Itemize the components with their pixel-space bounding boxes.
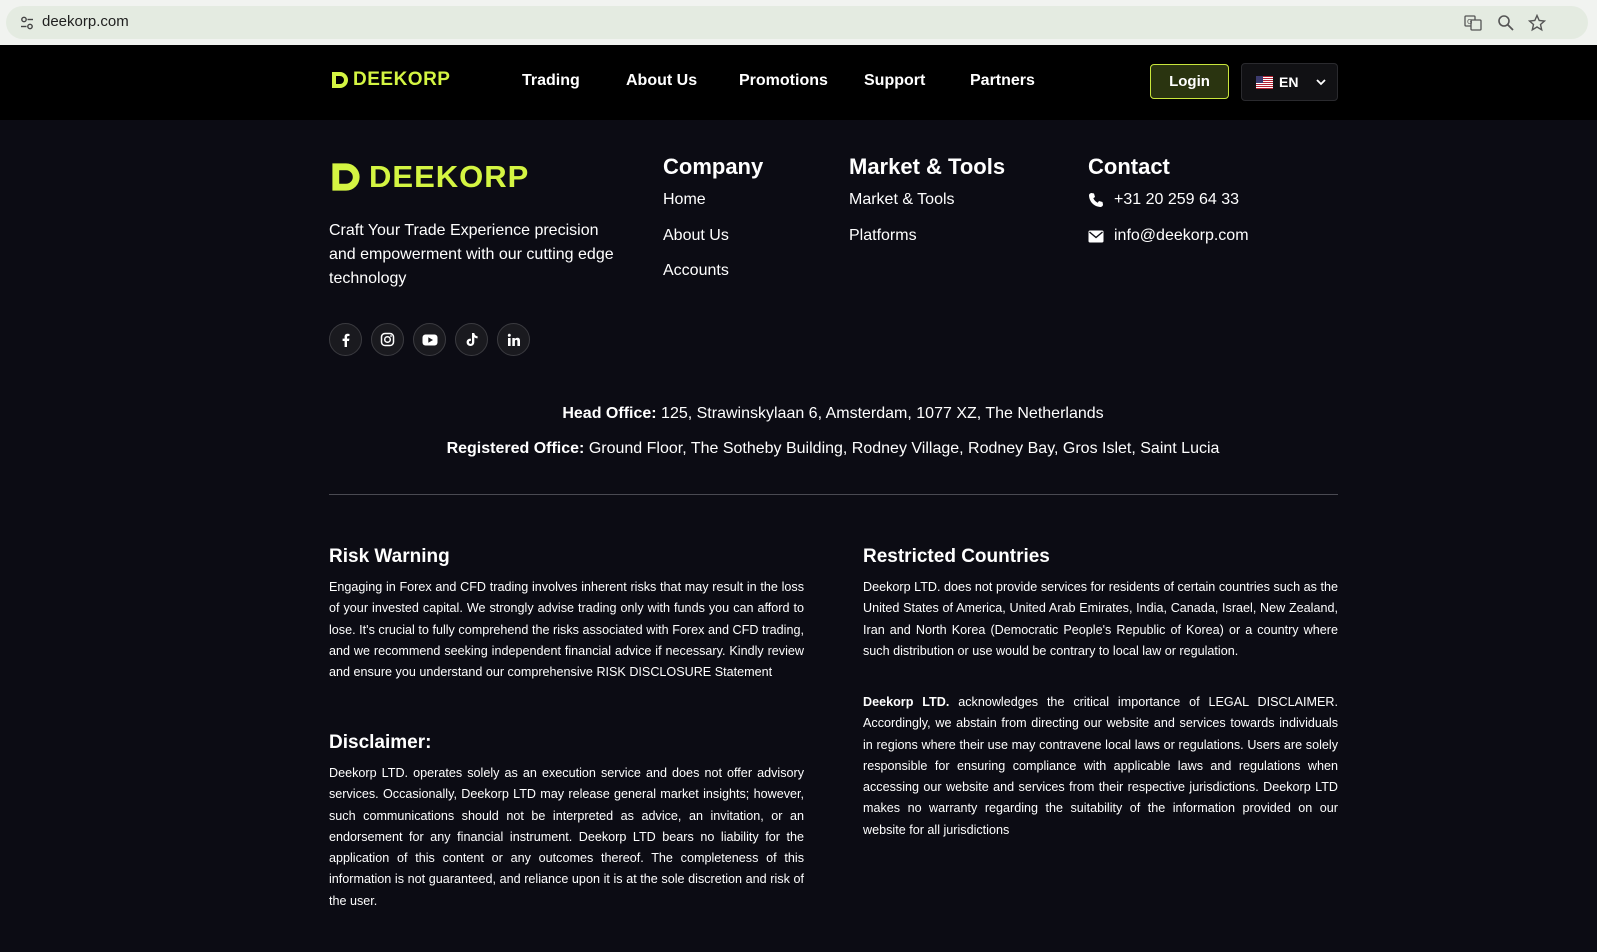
head-office-address: 125, Strawinskylaan 6, Amsterdam, 1077 X…: [661, 405, 1104, 422]
translate-icon[interactable]: G: [1464, 14, 1482, 32]
restricted-countries-heading: Restricted Countries: [863, 546, 1050, 567]
registered-office: Registered Office: Ground Floor, The Sot…: [0, 440, 1597, 458]
bookmark-star-icon[interactable]: [1528, 14, 1546, 32]
footer-link-home[interactable]: Home: [663, 191, 706, 209]
chevron-down-icon: [1316, 79, 1326, 86]
nav-partners[interactable]: Partners: [970, 72, 1035, 90]
deekorp-logo-icon: [332, 72, 348, 88]
head-office-label: Head Office:: [562, 405, 657, 422]
footer-divider: [329, 494, 1338, 495]
browser-toolbar: deekorp.com G: [0, 0, 1597, 45]
legal-body: acknowledges the critical importance of …: [863, 695, 1339, 837]
footer-tagline: Craft Your Trade Experience precision an…: [329, 222, 614, 287]
registered-office-label: Registered Office:: [446, 440, 585, 457]
url-text[interactable]: deekorp.com: [42, 13, 129, 30]
nav-about-us[interactable]: About Us: [626, 72, 697, 90]
registered-office-address: Ground Floor, The Sotheby Building, Rodn…: [588, 440, 1220, 457]
svg-text:G: G: [1467, 18, 1472, 26]
tiktok-icon[interactable]: [455, 323, 488, 356]
language-selector[interactable]: EN: [1241, 63, 1338, 101]
nav-support[interactable]: Support: [864, 72, 925, 90]
email-address: info@deekorp.com: [1114, 227, 1249, 244]
language-code: EN: [1279, 74, 1299, 90]
contact-phone[interactable]: +31 20 259 64 33: [1088, 191, 1239, 209]
address-bar[interactable]: deekorp.com G: [6, 6, 1588, 39]
tune-icon[interactable]: [19, 15, 35, 31]
logo-wordmark: DEEKORP: [353, 69, 451, 90]
legal-company-name: Deekorp LTD.: [863, 695, 950, 709]
linkedin-icon[interactable]: [497, 323, 530, 356]
nav-promotions[interactable]: Promotions: [739, 72, 828, 90]
facebook-icon[interactable]: [329, 323, 362, 356]
nav-trading[interactable]: Trading: [522, 72, 580, 90]
zoom-icon[interactable]: [1497, 14, 1515, 32]
restricted-countries-text: Deekorp LTD. does not provide services f…: [863, 580, 1338, 658]
email-icon: [1088, 230, 1104, 242]
disclaimer-text: Deekorp LTD. operates solely as an execu…: [329, 766, 804, 908]
header-logo[interactable]: DEEKORP: [330, 69, 450, 91]
us-flag-icon: [1256, 75, 1273, 89]
footer-logo[interactable]: DEEKORP: [329, 159, 529, 195]
risk-warning-heading: Risk Warning: [329, 546, 450, 567]
footer-link-platforms[interactable]: Platforms: [849, 227, 917, 245]
risk-warning-text: Engaging in Forex and CFD trading involv…: [329, 580, 804, 680]
phone-number: +31 20 259 64 33: [1114, 191, 1240, 208]
contact-heading: Contact: [1088, 154, 1170, 179]
market-tools-heading: Market & Tools: [849, 154, 1006, 179]
login-button[interactable]: Login: [1150, 64, 1229, 99]
youtube-icon[interactable]: [413, 323, 446, 356]
phone-icon: [1089, 193, 1103, 207]
footer-link-accounts[interactable]: Accounts: [663, 262, 729, 280]
deekorp-logo-icon: [332, 163, 360, 191]
social-links: [329, 323, 530, 356]
logo-wordmark: DEEKORP: [369, 159, 530, 194]
legal-disclaimer-text: Deekorp LTD. acknowledges the critical i…: [863, 692, 1338, 841]
contact-email[interactable]: info@deekorp.com: [1088, 227, 1249, 245]
site-header: DEEKORP Trading About Us Promotions Supp…: [0, 45, 1597, 120]
company-heading: Company: [663, 154, 764, 179]
head-office: Head Office: 125, Strawinskylaan 6, Amst…: [0, 405, 1597, 423]
footer-link-market-tools[interactable]: Market & Tools: [849, 191, 955, 209]
footer-link-about-us[interactable]: About Us: [663, 227, 729, 245]
instagram-icon[interactable]: [371, 323, 404, 356]
disclaimer-heading: Disclaimer:: [329, 732, 432, 753]
